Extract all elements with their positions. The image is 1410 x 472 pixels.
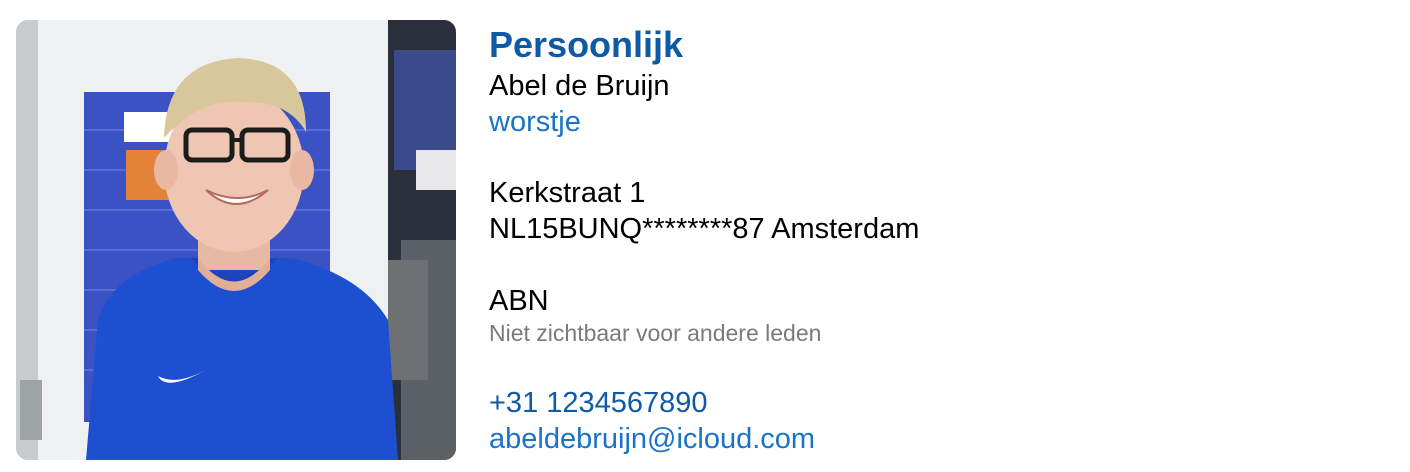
bank-name: ABN — [489, 285, 549, 317]
profile-photo — [16, 20, 456, 460]
phone-link[interactable]: +31 1234567890 — [489, 385, 708, 421]
section-title: Persoonlijk — [489, 24, 684, 65]
iban-city-line: NL15BUNQ********87 Amsterdam — [489, 213, 920, 245]
bank-visibility-note: Niet zichtbaar voor andere leden — [489, 320, 822, 346]
nickname-link[interactable]: worstje — [489, 104, 581, 140]
email-link[interactable]: abeldebruijn@icloud.com — [489, 421, 815, 457]
address-line: Kerkstraat 1 — [489, 177, 646, 209]
profile-card: Persoonlijk Abel de Bruijn worstje Kerks… — [0, 0, 1410, 472]
full-name: Abel de Bruijn — [489, 70, 670, 102]
